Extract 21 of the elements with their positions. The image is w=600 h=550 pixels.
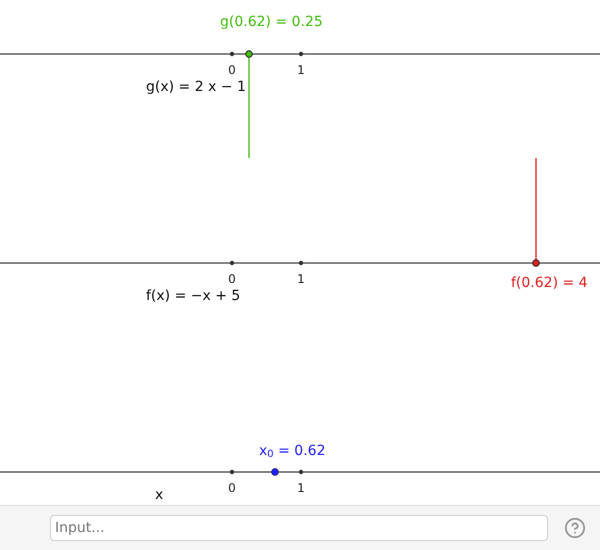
tick-mark — [298, 260, 304, 266]
tick-label: 1 — [297, 63, 305, 77]
function-label: f(x) = −x + 5 — [146, 288, 240, 304]
function-label: g(x) = 2 x − 1 — [146, 79, 246, 95]
value-label: g(0.62) = 0.25 — [220, 14, 323, 30]
tick-mark — [230, 260, 234, 266]
tick-mark — [230, 52, 234, 56]
variable-label: x — [155, 487, 164, 503]
tick-label: 0 — [228, 272, 236, 286]
tick-label: 0 — [228, 63, 236, 77]
tick-label: 1 — [297, 481, 305, 495]
input-field[interactable]: Input... — [50, 515, 548, 541]
tick-mark — [298, 470, 304, 474]
point[interactable] — [271, 468, 279, 476]
tick-label: 1 — [297, 272, 305, 286]
tick-label: 0 — [228, 481, 236, 495]
help-icon[interactable] — [564, 517, 586, 539]
value-label: x$_{0}$ = 0.62 — [259, 443, 326, 459]
value-label: f(0.62) = 4 — [511, 275, 588, 291]
tick-mark — [298, 52, 304, 56]
tick-mark — [230, 470, 234, 474]
